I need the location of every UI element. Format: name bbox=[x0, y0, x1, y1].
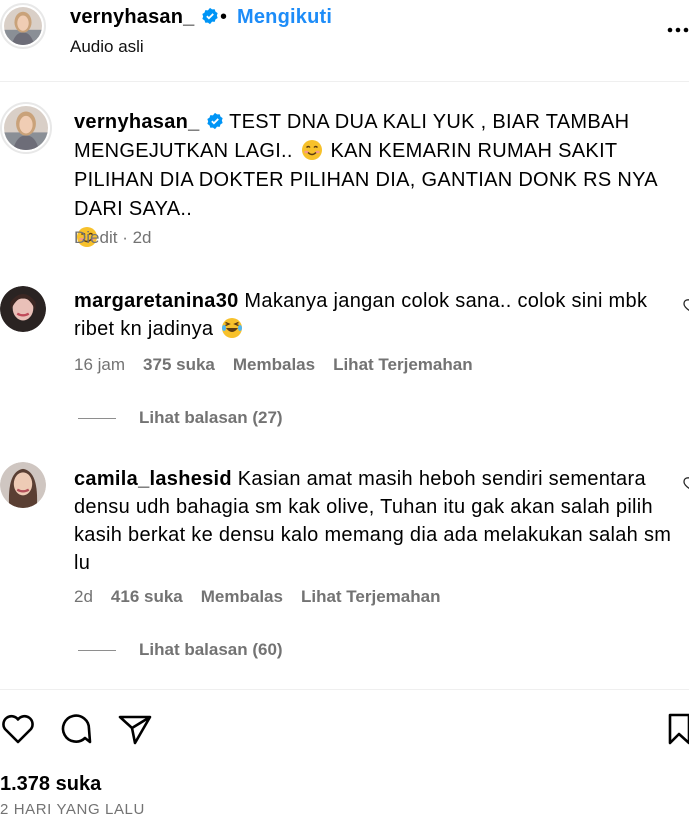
comment-like-icon[interactable] bbox=[683, 476, 689, 490]
header-avatar[interactable] bbox=[0, 3, 46, 49]
profile-avatar-icon bbox=[4, 106, 48, 150]
bookmark-icon[interactable] bbox=[667, 711, 689, 747]
comment-actions: 16 jam 375 suka Membalas Lihat Terjemaha… bbox=[74, 355, 473, 375]
reply-button[interactable]: Membalas bbox=[201, 587, 283, 607]
comment-icon[interactable] bbox=[58, 711, 94, 747]
header-username-text[interactable]: vernyhasan_ bbox=[70, 6, 195, 28]
caption-meta: Diedit · 2d bbox=[74, 228, 152, 248]
caption-username[interactable]: vernyhasan_ bbox=[74, 111, 200, 133]
comment-likes[interactable]: 375 suka bbox=[143, 355, 215, 375]
profile-avatar-icon bbox=[4, 7, 42, 45]
comment-username[interactable]: camila_lashesid bbox=[74, 468, 232, 490]
comment-avatar[interactable] bbox=[0, 286, 46, 332]
actions-divider bbox=[0, 689, 689, 690]
comment-likes[interactable]: 416 suka bbox=[111, 587, 183, 607]
post-caption: vernyhasan_ TEST DNA DUA KALI YUK , BIAR… bbox=[74, 108, 684, 253]
view-replies-button[interactable]: Lihat balasan (27) bbox=[139, 408, 283, 428]
edited-label: Diedit bbox=[74, 228, 118, 247]
more-options-icon[interactable] bbox=[664, 22, 689, 38]
commenter-avatar-icon bbox=[0, 286, 46, 332]
verified-badge-icon bbox=[201, 7, 218, 25]
audio-link[interactable]: Audio asli bbox=[70, 37, 144, 57]
caption-avatar[interactable] bbox=[0, 102, 52, 154]
comment-like-icon[interactable] bbox=[683, 298, 689, 312]
reply-button[interactable]: Membalas bbox=[233, 355, 315, 375]
caption-time: · 2d bbox=[122, 228, 152, 247]
header-separator: • bbox=[220, 6, 228, 28]
commenter-avatar-icon bbox=[0, 462, 46, 508]
share-icon[interactable] bbox=[117, 711, 153, 747]
comment-time: 2d bbox=[74, 587, 93, 606]
heart-icon[interactable] bbox=[0, 711, 36, 747]
replies-divider bbox=[78, 650, 116, 651]
translate-button[interactable]: Lihat Terjemahan bbox=[301, 587, 441, 607]
following-button[interactable]: Mengikuti bbox=[237, 6, 332, 29]
header-username[interactable]: vernyhasan_ bbox=[70, 6, 219, 29]
post-likes-count[interactable]: 1.378 suka bbox=[0, 773, 101, 796]
comment-time: 16 jam bbox=[74, 355, 126, 374]
replies-divider bbox=[78, 418, 116, 419]
comment-actions: 2d 416 suka Membalas Lihat Terjemahan bbox=[74, 587, 440, 607]
comment-avatar[interactable] bbox=[0, 462, 46, 508]
laughing-tears-icon bbox=[222, 318, 243, 338]
comment-text: margaretanina30 Makanya jangan colok san… bbox=[74, 287, 674, 343]
comment-username[interactable]: margaretanina30 bbox=[74, 290, 239, 312]
translate-button[interactable]: Lihat Terjemahan bbox=[333, 355, 473, 375]
post-date: 2 HARI YANG LALU bbox=[0, 801, 145, 818]
view-replies-button[interactable]: Lihat balasan (60) bbox=[139, 640, 283, 660]
smiling-face-icon bbox=[301, 140, 322, 160]
verified-badge-icon bbox=[206, 112, 223, 130]
post-header: vernyhasan_ • Mengikuti Audio asli bbox=[0, 0, 689, 82]
comment-text: camila_lashesid Kasian amat masih heboh … bbox=[74, 465, 674, 577]
